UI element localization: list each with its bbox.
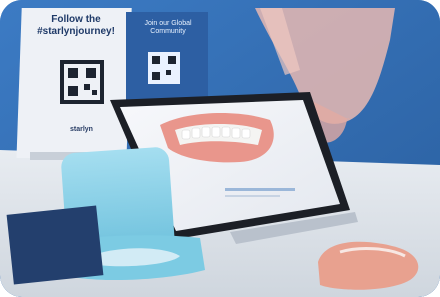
right-sign-text: Join our Global Community xyxy=(138,20,198,36)
left-sign-line2: #starlynjourney! xyxy=(37,26,115,37)
right-sign-line2: Community xyxy=(150,28,186,35)
left-sign-line1: Follow the xyxy=(51,14,101,25)
exhibition-photo xyxy=(0,0,440,297)
right-sign-line1: Join our Global xyxy=(144,20,192,27)
info-card xyxy=(6,205,104,285)
screen-progress-bar xyxy=(225,188,295,191)
left-sign-text: Follow the #starlynjourney! xyxy=(28,14,124,38)
brand-logo-text: starlyn xyxy=(70,126,93,133)
photo-frame: Follow the #starlynjourney! Join our Glo… xyxy=(0,0,440,297)
